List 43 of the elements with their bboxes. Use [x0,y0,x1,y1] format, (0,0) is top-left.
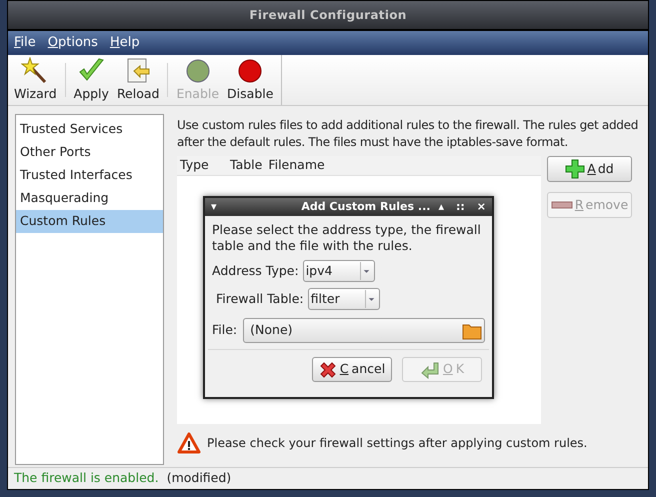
plus-icon [565,159,586,179]
sidebar-item[interactable]: Trusted Services [16,118,163,141]
warning-text: Please check your firewall settings after applying custom rules. [207,435,588,452]
title-bar-button[interactable]: × [476,198,486,216]
dropdown[interactable]: filter [308,288,380,310]
status-text: The firewall is enabled. [14,469,159,488]
dropdown[interactable]: ipv4 [302,260,375,282]
field-label: File: [212,321,238,340]
sidebar-item[interactable]: Masquerading [16,187,163,210]
status-note: (modified) [166,469,232,488]
sidebar-item[interactable]: Trusted Interfaces [16,164,163,187]
menu-item[interactable]: Options [48,33,98,53]
menu-item[interactable]: File [14,33,36,53]
column-header[interactable]: Filename [265,156,328,175]
dialog-message: Please select the address type, the firewall table and the file with the rules. [212,222,482,254]
description-text: Use custom rules files to add additional rules to the firewall. The rules get added after the default rules. The files must have the iptables-save format. [177,117,640,151]
stop-circle-icon [236,56,264,85]
sidebar-item[interactable]: Custom Rules [16,210,163,233]
caret-icon [364,290,377,308]
field-label: Address Type: [212,262,299,280]
minus-icon [550,200,573,210]
toolbar-button[interactable]: Wizard [10,56,61,104]
toolbar-button[interactable]: Disable [223,56,278,104]
dialog-menu-button[interactable]: ▾ [211,198,217,216]
circle-icon [184,56,212,85]
title-bar-button[interactable]: ▴ [438,198,444,216]
field-label: Firewall Table: [215,290,304,308]
dialog-title: Add Custom Rules ... [300,198,432,215]
toolbar-button[interactable]: Reload [112,56,164,104]
sidebar-item[interactable]: Other Ports [16,141,163,164]
title-bar-button[interactable]: :: [456,198,465,216]
caret-icon [360,262,372,280]
dialog-button[interactable]: C ancel [312,357,392,382]
column-header[interactable]: Table [227,156,266,175]
toolbar-button[interactable]: Apply [70,56,113,104]
menu-item[interactable]: Help [110,33,140,53]
file-chooser[interactable]: (None) [243,318,485,343]
window-title: Firewall Configuration [249,7,407,24]
warning-icon [177,432,201,454]
cross-icon [318,360,337,378]
side-button[interactable]: A dd [547,156,632,182]
return-arrow-icon [420,360,440,378]
column-header[interactable]: Type [177,156,227,175]
